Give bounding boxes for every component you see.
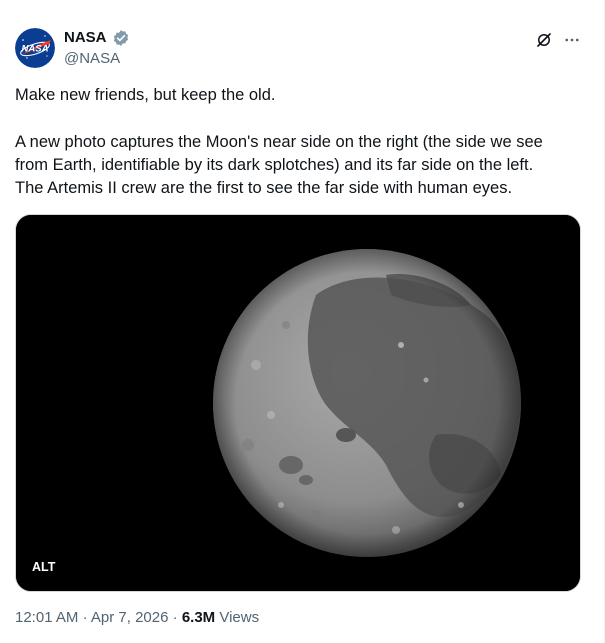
tweet-text-line: A new photo captures the Moon's near sid…	[15, 133, 543, 151]
tweet-text-paragraph: A new photo captures the Moon's near sid…	[15, 131, 587, 200]
views-count: 6.3M	[181, 609, 216, 626]
tweet-text-line: from Earth, identifiable by its dark spl…	[15, 156, 534, 174]
grok-icon[interactable]	[533, 29, 555, 51]
tweet-photo[interactable]	[15, 214, 581, 592]
meta-separator: ·	[82, 609, 88, 626]
moon-image	[16, 215, 580, 591]
verified-badge-icon[interactable]	[112, 29, 130, 47]
tweet-text-line1: Make new friends, but keep the old.	[15, 86, 276, 104]
tweet-time[interactable]: 12:01 AM	[15, 609, 78, 626]
tweet-meta: 12:01 AM · Apr 7, 2026 · 6.3M Views	[15, 608, 259, 628]
alt-badge[interactable]: ALT	[26, 557, 62, 577]
tweet-text-line: The Artemis II crew are the first to see…	[15, 179, 513, 197]
more-icon[interactable]	[561, 29, 583, 51]
nasa-logo-icon: NASA	[15, 28, 55, 68]
views-label: Views	[219, 609, 260, 626]
author-display-name[interactable]: NASA	[64, 28, 107, 48]
author-handle[interactable]: @NASA	[64, 49, 120, 69]
meta-separator: ·	[172, 609, 178, 626]
tweet-card: NASA NASA @NASA Make new friends, but ke…	[0, 0, 605, 643]
author-name-row: NASA	[64, 28, 130, 48]
avatar[interactable]: NASA	[15, 28, 55, 68]
tweet-date[interactable]: Apr 7, 2026	[91, 609, 169, 626]
avatar-label: NASA	[22, 44, 49, 55]
